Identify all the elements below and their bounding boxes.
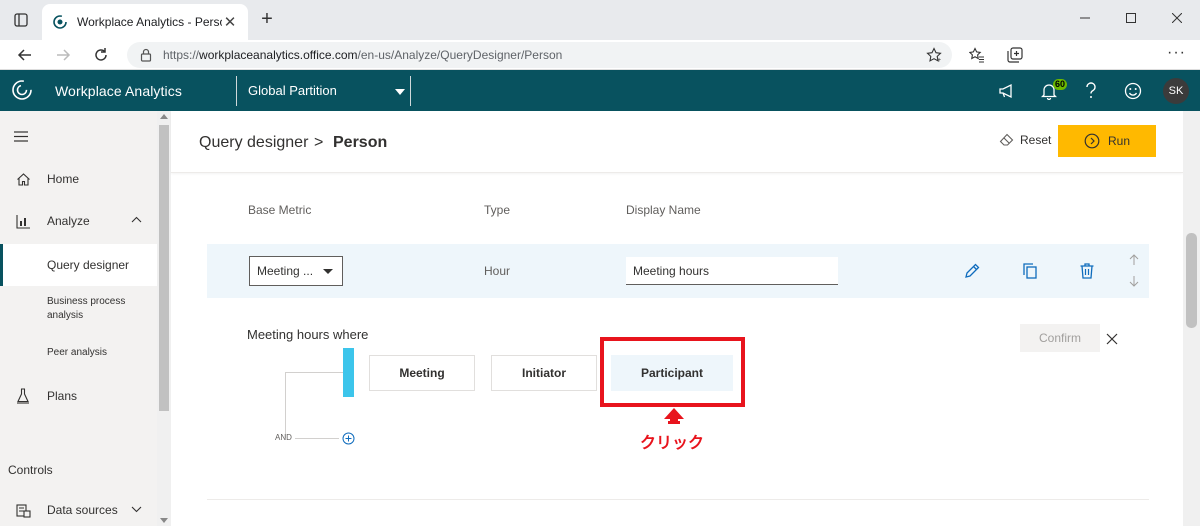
main-content: Query designer > Person Reset Run Base M… [171,111,1183,526]
tree-connector [295,438,339,439]
eraser-icon [999,133,1014,146]
close-filter-icon[interactable] [1106,332,1118,350]
reset-button[interactable]: Reset [999,133,1051,147]
chevron-up-icon[interactable] [131,216,142,223]
partition-selector[interactable]: Global Partition [248,83,337,98]
tab-actions-icon[interactable] [8,8,34,32]
filter-where-label: Meeting hours where [247,327,369,342]
base-metric-dropdown[interactable]: Meeting ... [249,256,343,286]
tab-close-icon[interactable]: ✕ [222,13,238,31]
move-up-arrow-icon[interactable] [1129,253,1139,271]
tree-connector [285,372,286,438]
browser-tab-bar: Workplace Analytics - Person ✕ + [0,0,1200,40]
plans-flask-icon [14,387,32,405]
metric-type-value: Hour [484,264,511,278]
nav-section-controls: Controls [8,463,53,477]
scrollbar-thumb[interactable] [1186,233,1197,328]
workplace-analytics-logo-icon[interactable] [10,78,34,102]
and-operator-label[interactable]: AND [275,433,292,442]
tree-connector [285,372,343,373]
scroll-up-arrow-icon[interactable] [160,114,168,119]
main-scrollbar[interactable] [1183,111,1200,526]
app-header: Workplace Analytics Global Partition 60 … [0,70,1200,111]
more-options-icon[interactable]: ··· [1167,44,1186,62]
column-header-display-name: Display Name [626,203,701,217]
favorites-icon[interactable] [966,44,988,66]
click-annotation-label: クリック [640,433,705,452]
tab-title: Workplace Analytics - Person [77,15,222,29]
partition-caret-icon[interactable] [395,89,405,95]
section-divider [207,499,1149,500]
filter-group-indicator [343,348,354,397]
nav-item-home[interactable]: Home [0,169,157,189]
header-divider [236,76,237,106]
edit-pencil-icon[interactable] [961,260,983,282]
nav-item-analyze[interactable]: Analyze [0,211,157,231]
column-header-base-metric: Base Metric [248,203,312,217]
nav-item-query-designer[interactable]: Query designer [0,244,157,286]
user-avatar[interactable]: SK [1163,78,1189,104]
left-navigation: Home Analyze Query designer Business pro… [0,111,171,526]
add-favorite-star-icon[interactable]: + [926,47,942,63]
data-sources-icon [14,501,32,519]
run-arrow-icon [1084,133,1100,149]
new-tab-icon[interactable]: + [256,9,278,31]
breadcrumb-separator-icon: > [314,134,324,151]
refresh-icon[interactable] [90,44,112,66]
nav-item-business-process-analysis[interactable]: Business process analysis [47,295,147,323]
add-condition-plus-icon[interactable] [342,432,355,450]
back-arrow-icon[interactable] [14,44,36,66]
close-window-icon[interactable] [1154,0,1200,36]
minimize-icon[interactable] [1062,0,1108,36]
home-icon [14,170,32,188]
lock-icon [140,48,152,62]
browser-tab[interactable]: Workplace Analytics - Person ✕ [42,4,248,40]
breadcrumb: Query designer > Person Reset Run [171,111,1183,173]
copy-icon[interactable] [1019,260,1041,282]
window-controls [1062,0,1200,36]
help-icon[interactable] [1080,80,1102,102]
run-button[interactable]: Run [1058,125,1156,157]
scroll-down-arrow-icon[interactable] [160,518,168,523]
collections-icon[interactable] [1004,44,1026,66]
left-nav-scrollbar[interactable] [157,111,171,526]
notification-count-badge: 60 [1053,79,1068,90]
dropdown-caret-icon [323,269,333,274]
forward-arrow-icon[interactable] [52,44,74,66]
header-divider [410,76,411,106]
column-header-type: Type [484,203,511,217]
feedback-smiley-icon[interactable] [1122,80,1144,102]
breadcrumb-query-designer[interactable]: Query designer [199,134,308,152]
nav-item-data-sources[interactable]: Data sources [0,500,157,520]
annotation-arrow-up-icon [662,407,686,430]
metric-row: Meeting ... Hour [207,244,1149,298]
click-highlight-box [600,337,745,407]
filter-meeting-button[interactable]: Meeting [369,355,475,391]
breadcrumb-person: Person [333,134,388,151]
scrollbar-thumb[interactable] [159,125,169,411]
delete-trash-icon[interactable] [1076,260,1098,282]
announcement-megaphone-icon[interactable] [996,80,1018,102]
confirm-button[interactable]: Confirm [1020,324,1100,352]
url-text: https://workplaceanalytics.office.com/en… [163,48,563,62]
maximize-icon[interactable] [1108,0,1154,36]
chevron-down-icon[interactable] [131,506,142,513]
profile-area[interactable] [1030,42,1155,68]
address-bar: https://workplaceanalytics.office.com/en… [0,40,1200,70]
filter-initiator-button[interactable]: Initiator [491,355,597,391]
nav-item-plans[interactable]: Plans [0,386,157,406]
url-field[interactable]: https://workplaceanalytics.office.com/en… [127,42,952,68]
analyze-chart-icon [14,212,32,230]
move-down-arrow-icon[interactable] [1129,274,1139,292]
svg-text:+: + [937,57,941,63]
nav-item-peer-analysis[interactable]: Peer analysis [47,346,147,360]
hamburger-menu-icon[interactable] [14,129,28,147]
display-name-input[interactable] [626,257,838,285]
app-name: Workplace Analytics [55,83,182,99]
workplace-analytics-favicon-icon [53,15,67,29]
